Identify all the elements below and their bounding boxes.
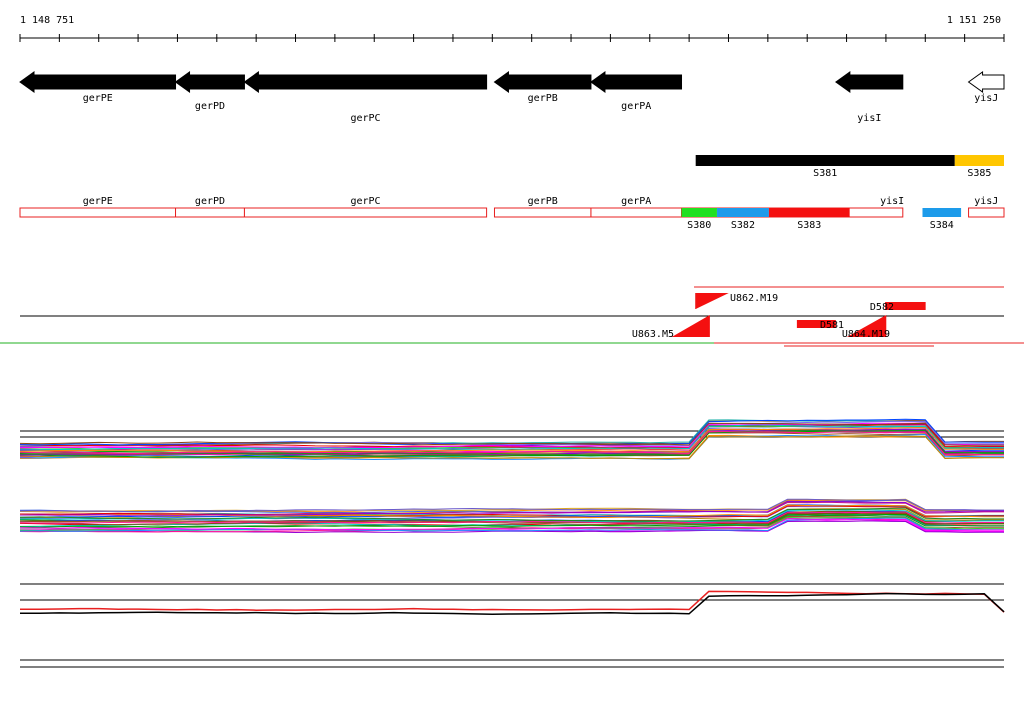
segment-S380 <box>681 208 717 217</box>
gene-box-yisJ <box>968 207 1005 218</box>
gene-arrow-gerPD <box>174 71 245 93</box>
ruler-end-label: 1 151 250 <box>947 15 1001 26</box>
gene-arrow-gerPE <box>19 71 177 93</box>
segment-S383 <box>768 208 850 217</box>
gene-label-gerPA: gerPA <box>621 101 651 112</box>
segments-top-track: S381 S385 <box>695 155 1004 179</box>
gene-boxes-track: gerPE gerPD gerPC gerPB gerPA yisI yisJ <box>19 196 1005 218</box>
gene-label-gerPD: gerPD <box>195 101 225 112</box>
gene-box-gerPC <box>243 207 488 218</box>
gene-box-gerPA <box>590 207 683 218</box>
gene-label-yisJ: yisJ <box>974 93 998 104</box>
gene-box-label-gerPD: gerPD <box>195 196 225 207</box>
gene-box-gerPB <box>493 207 592 218</box>
gene-arrow-gerPC <box>243 71 488 93</box>
gene-box-label-gerPA: gerPA <box>621 196 651 207</box>
segments-track: S380 S382 S383 S384 <box>681 208 962 231</box>
segment-S382 <box>716 208 769 217</box>
segment-S384 <box>922 208 962 217</box>
probe-label-U862.M19: U862.M19 <box>730 293 778 304</box>
probe-U862.M19 <box>695 293 729 309</box>
gene-arrows-track: gerPE gerPD gerPC gerPB gerPA yisI yisJ <box>19 71 1005 124</box>
segment-label-S382: S382 <box>731 220 755 231</box>
profile-bundle-5-line <box>20 668 906 676</box>
gene-box-label-yisJ: yisJ <box>974 196 998 207</box>
segment-S385 <box>954 155 1004 166</box>
ruler-start-label: 1 148 751 <box>20 15 74 26</box>
gene-box-label-gerPE: gerPE <box>83 196 113 207</box>
segment-label-S385: S385 <box>967 168 991 179</box>
gene-label-yisI: yisI <box>857 113 881 124</box>
probe-label-D582: D582 <box>870 302 894 313</box>
gene-arrow-gerPA <box>590 71 683 93</box>
gene-arrow-yisJ <box>967 71 1005 93</box>
ruler: 1 148 751 1 151 250 <box>19 15 1005 42</box>
probe-label-U864.M19: U864.M19 <box>842 329 890 340</box>
segment-label-S381: S381 <box>813 168 837 179</box>
gene-box-label-gerPB: gerPB <box>528 196 558 207</box>
gene-label-gerPC: gerPC <box>350 113 380 124</box>
probe-U863.M5 <box>671 315 710 337</box>
gene-box-gerPE <box>19 207 177 218</box>
profile-bundle-5-line <box>20 671 906 676</box>
segment-label-S380: S380 <box>687 220 711 231</box>
segment-label-S384: S384 <box>930 220 954 231</box>
gene-arrow-yisI <box>835 71 904 93</box>
gene-label-gerPE: gerPE <box>83 93 113 104</box>
probe-label-U863.M5: U863.M5 <box>632 329 674 340</box>
probes-track: U862.M19 D582 D581 U863.M5 U864.M19 <box>0 286 1024 347</box>
genome-browser-diagram: 1 148 751 1 151 250 gerPE gerPD gerPC gerPB… <box>0 15 1024 676</box>
segment-S381 <box>695 155 955 166</box>
probe-label-D581: D581 <box>820 320 844 331</box>
gene-box-label-yisI: yisI <box>880 196 904 207</box>
segment-label-S383: S383 <box>797 220 821 231</box>
profile-bundle-4-line <box>20 592 1005 616</box>
gene-box-gerPD <box>175 207 245 218</box>
gene-label-gerPB: gerPB <box>528 93 558 104</box>
gene-box-label-gerPC: gerPC <box>350 196 380 207</box>
gene-arrow-gerPB <box>493 71 592 93</box>
expression-profiles <box>19 418 1005 676</box>
